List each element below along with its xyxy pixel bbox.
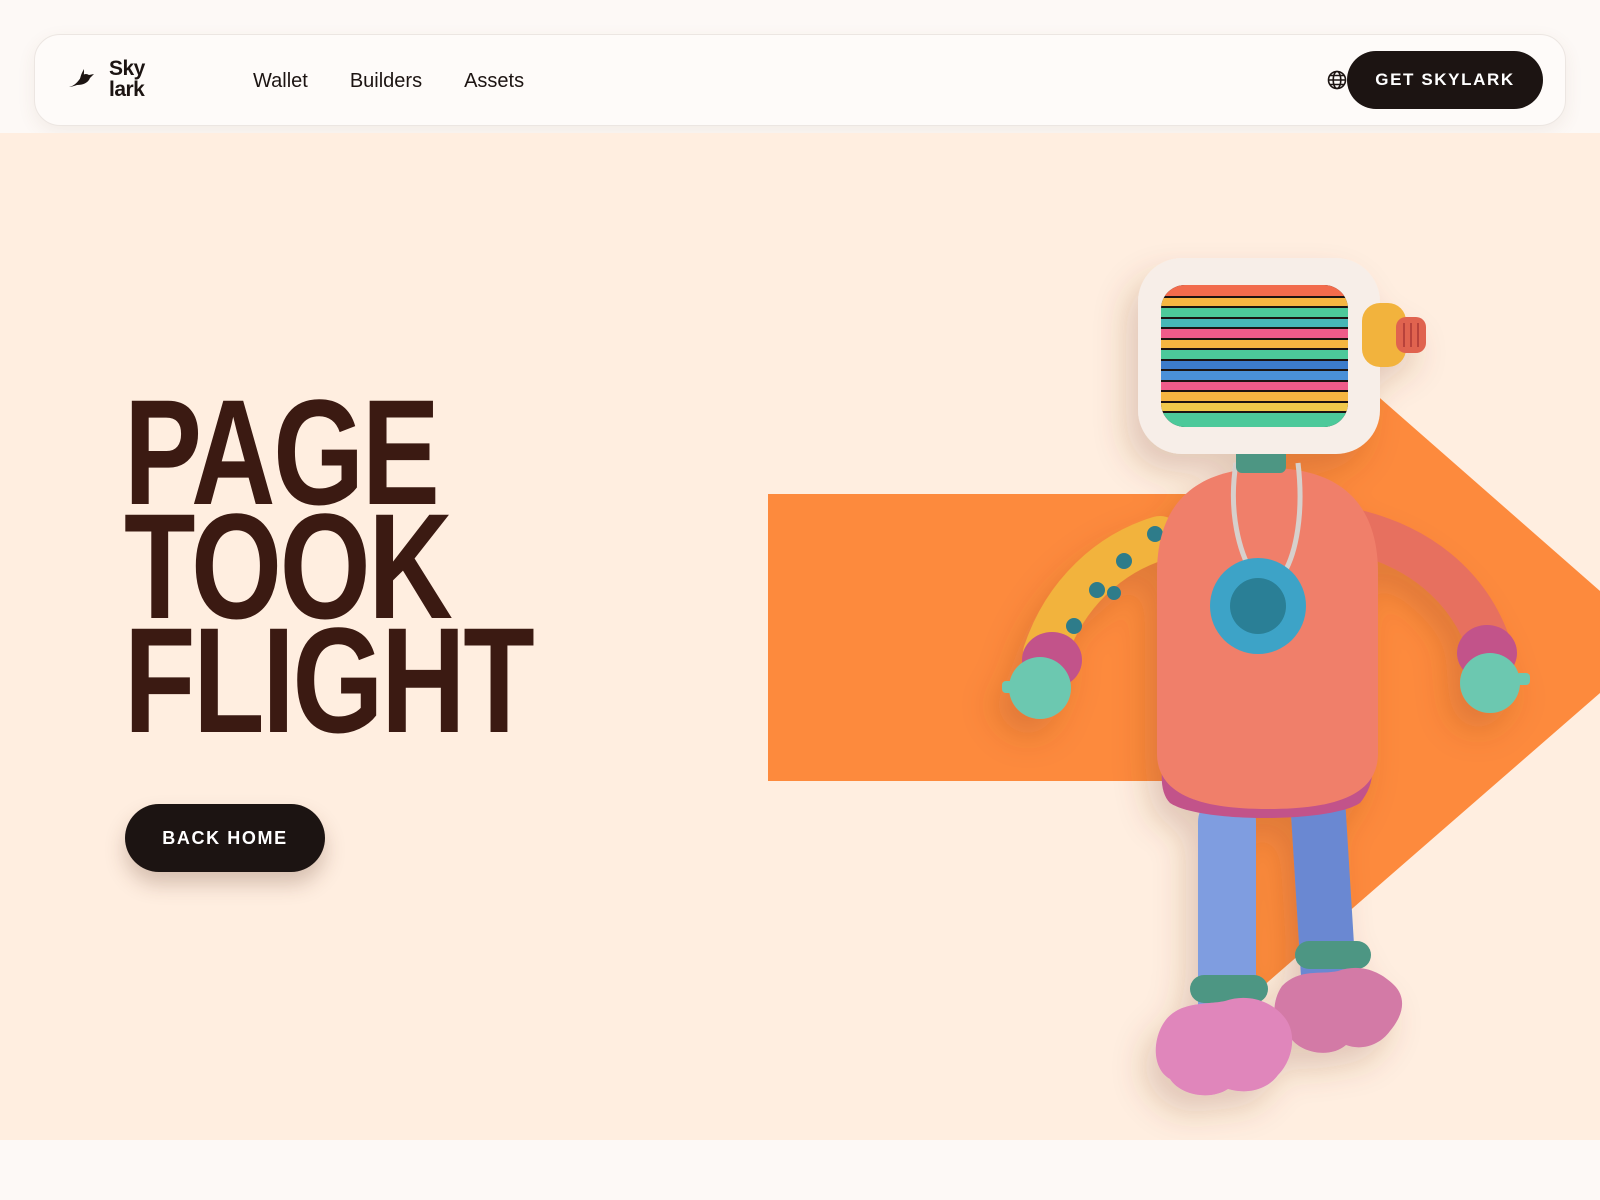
skylark-logo[interactable]: Sky lark: [67, 58, 145, 100]
bird-logo-icon: [69, 69, 94, 87]
back-home-button[interactable]: BACK HOME: [125, 804, 325, 872]
get-skylark-button[interactable]: GET SKYLARK: [1347, 51, 1543, 109]
top-nav: Sky lark Wallet Builders Assets GET SKYL…: [34, 34, 1566, 126]
hero-section: PAGE TOOK FLIGHT BACK HOME: [0, 133, 1600, 1140]
nav-link-wallet[interactable]: Wallet: [253, 70, 308, 93]
footer-strip: [0, 1140, 1600, 1200]
page-headline: PAGE TOOK FLIGHT: [124, 377, 535, 764]
nav-links: Wallet Builders Assets: [253, 35, 524, 127]
logo-line-1: Sky: [109, 57, 145, 80]
logo-wordmark: Sky lark: [109, 58, 145, 100]
logo-line-2: lark: [109, 78, 145, 101]
nav-link-builders[interactable]: Builders: [350, 70, 422, 93]
globe-icon[interactable]: [1325, 68, 1349, 92]
tv-screen: [1161, 285, 1348, 427]
headline-line-3: FLIGHT: [124, 596, 535, 764]
nav-link-assets[interactable]: Assets: [464, 70, 524, 93]
